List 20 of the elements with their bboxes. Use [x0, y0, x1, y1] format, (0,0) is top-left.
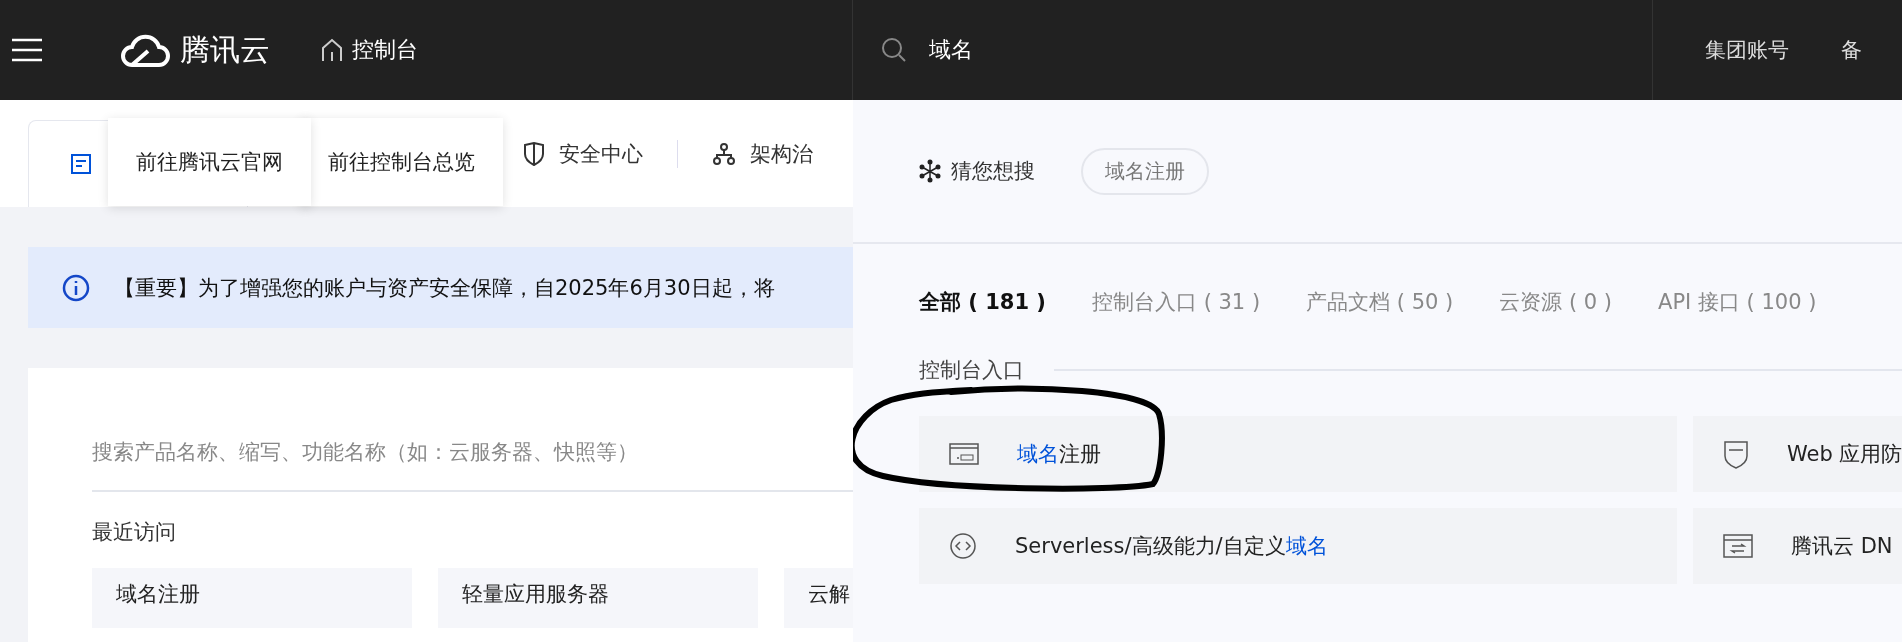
header-link[interactable]: 备: [1841, 36, 1862, 64]
tooltip: 前往腾讯云官网: [108, 118, 311, 206]
suggest-label: 猜您想搜: [951, 158, 1035, 185]
recent-item[interactable]: 云解: [784, 568, 853, 628]
section-title: 控制台入口: [919, 357, 1024, 384]
result-item[interactable]: Serverless/高级能力/自定义域名: [919, 508, 1677, 584]
notice-text: 【重要】为了增强您的账户与资产安全保障，自2025年6月30日起，将: [114, 274, 775, 302]
recent-item[interactable]: 域名注册: [92, 568, 412, 628]
recent-title: 最近访问: [92, 519, 177, 546]
result-item[interactable]: Web 应用防: [1693, 416, 1902, 492]
header-link[interactable]: 集团账号: [1705, 36, 1789, 64]
console-link[interactable]: 控制台: [320, 35, 418, 65]
brand-name[interactable]: 腾讯云: [180, 29, 270, 71]
result-item[interactable]: 腾讯云 DN: [1693, 508, 1902, 584]
filter-tab[interactable]: 全部 ( 181 ): [919, 288, 1046, 316]
result-item[interactable]: 域名注册: [919, 416, 1677, 492]
search-field[interactable]: 域名: [927, 36, 1531, 64]
nav-tab[interactable]: 架构治: [677, 139, 847, 168]
suggestion-chip[interactable]: 域名注册: [1081, 147, 1209, 195]
recent-item[interactable]: 轻量应用服务器: [438, 568, 758, 628]
